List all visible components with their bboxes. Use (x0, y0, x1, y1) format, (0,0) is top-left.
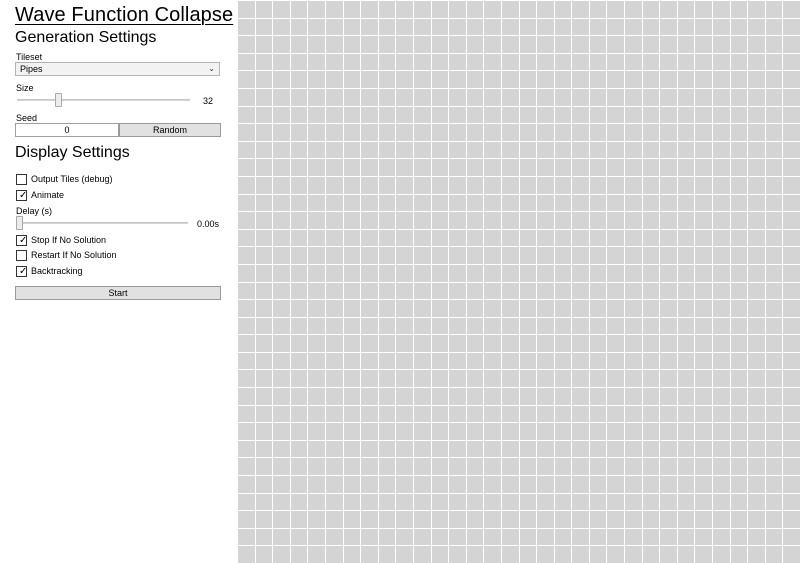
size-value: 32 (203, 96, 214, 106)
settings-panel: Wave Function Collapse Generation Settin… (0, 0, 237, 563)
start-button[interactable]: Start (15, 286, 221, 300)
seed-input[interactable]: 0 (15, 123, 119, 137)
delay-label: Delay (s) (16, 206, 53, 216)
delay-slider-thumb[interactable] (16, 216, 23, 230)
tileset-select[interactable]: Pipes ⌄ (15, 62, 220, 76)
restart-if-no-solution-label: Restart If No Solution (31, 250, 117, 260)
output-grid-canvas[interactable] (237, 0, 800, 563)
size-slider-thumb[interactable] (55, 93, 62, 107)
random-seed-button[interactable]: Random (119, 123, 221, 137)
restart-if-no-solution-checkbox-box[interactable] (16, 250, 27, 261)
generation-settings-heading: Generation Settings (15, 29, 157, 46)
output-tiles-checkbox-box[interactable] (16, 174, 27, 185)
size-label: Size (16, 83, 34, 93)
app-title-link[interactable]: Wave Function Collapse (15, 4, 233, 27)
checkmark-icon: ✓ (19, 190, 28, 201)
checkmark-icon: ✓ (19, 235, 28, 246)
delay-slider-track (16, 222, 188, 224)
backtracking-checkbox-box[interactable]: ✓ (16, 266, 27, 277)
grid-background (237, 0, 800, 563)
tileset-selected-value: Pipes (20, 64, 43, 74)
size-slider[interactable] (17, 93, 190, 107)
tile-grid (237, 0, 800, 563)
animate-label: Animate (31, 190, 65, 200)
chevron-down-icon: ⌄ (208, 64, 215, 73)
tileset-label: Tileset (16, 52, 43, 62)
backtracking-label: Backtracking (31, 266, 83, 276)
delay-value: 0.00s (197, 219, 220, 229)
display-settings-heading: Display Settings (15, 144, 130, 161)
seed-label: Seed (16, 113, 38, 123)
delay-slider[interactable] (16, 216, 188, 230)
output-tiles-label: Output Tiles (debug) (31, 174, 113, 184)
stop-if-no-solution-label: Stop If No Solution (31, 235, 107, 245)
stop-if-no-solution-checkbox-box[interactable]: ✓ (16, 235, 27, 246)
size-slider-track (17, 99, 190, 101)
checkmark-icon: ✓ (19, 266, 28, 277)
animate-checkbox-box[interactable]: ✓ (16, 190, 27, 201)
